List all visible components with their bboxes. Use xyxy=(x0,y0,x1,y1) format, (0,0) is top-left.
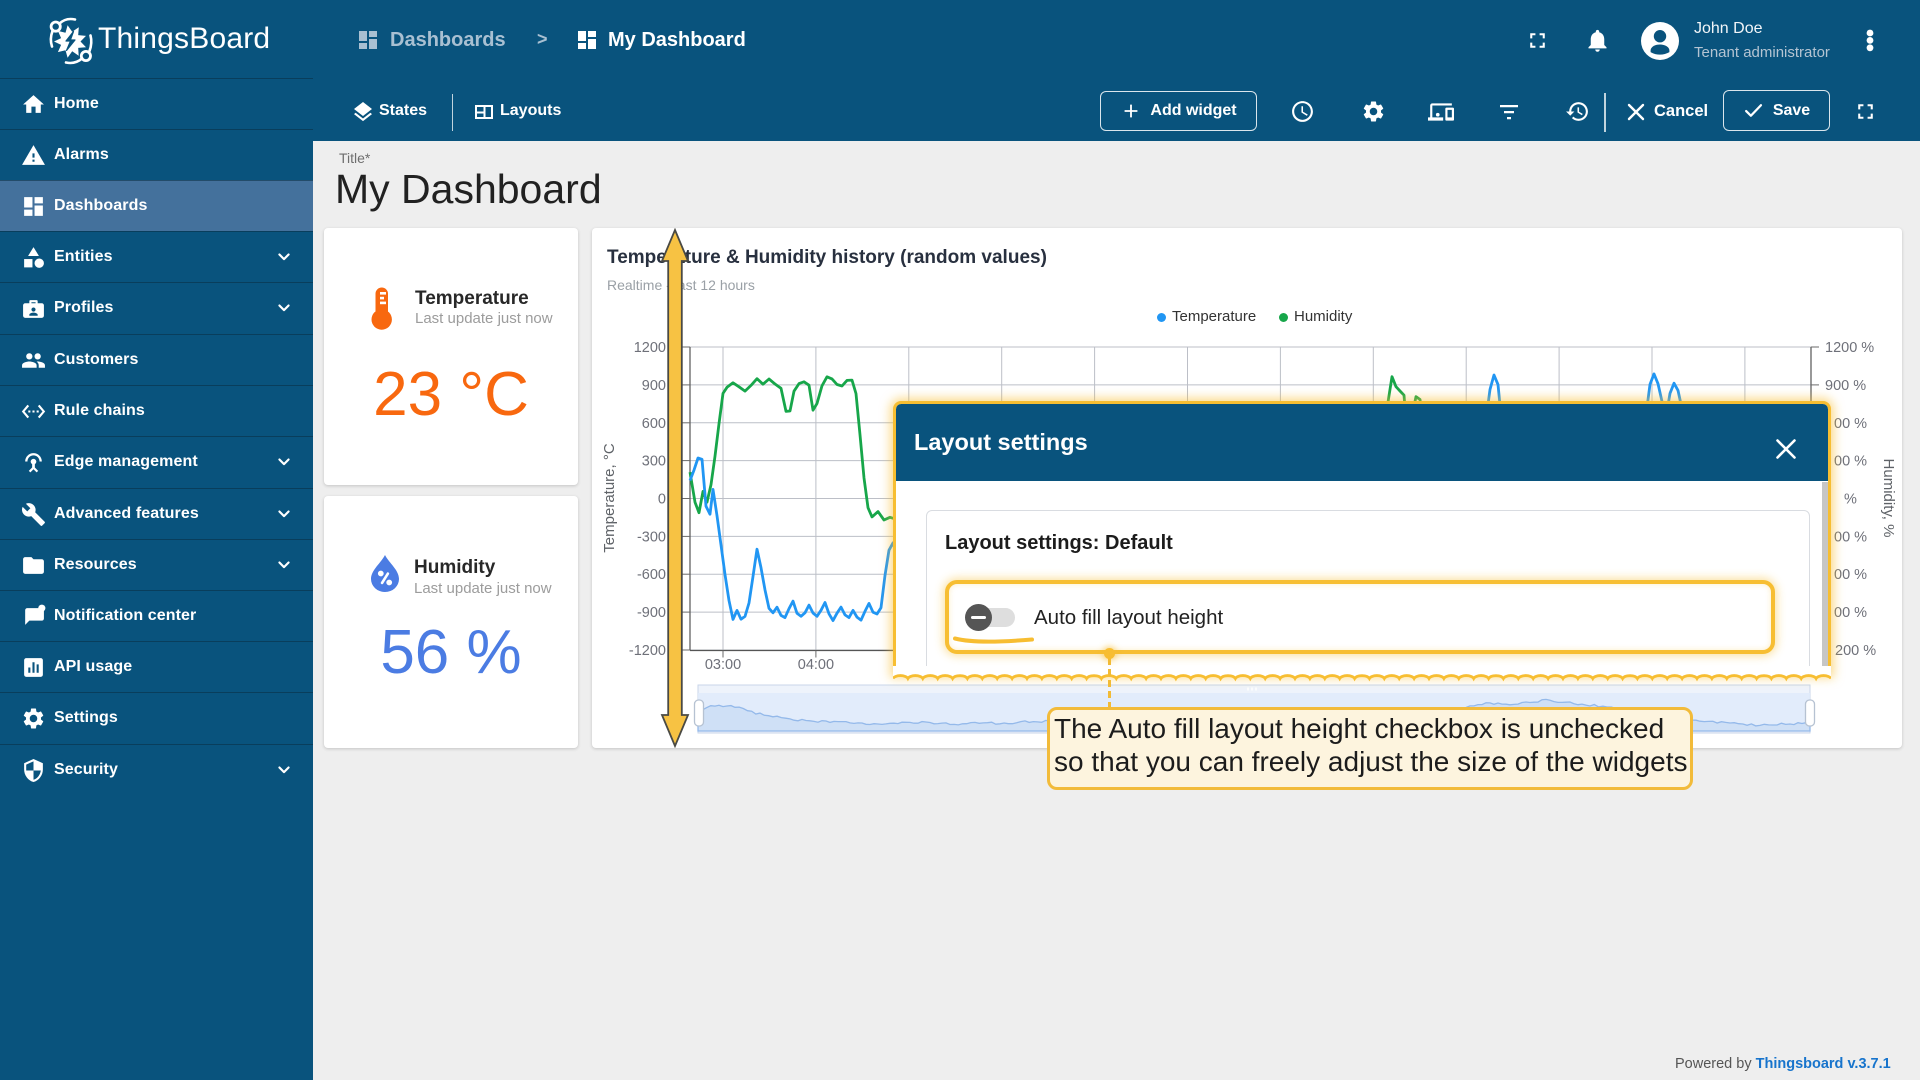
svg-text:00 %: 00 % xyxy=(1834,416,1867,432)
svg-text:04:00: 04:00 xyxy=(798,657,834,673)
svg-text:00 %: 00 % xyxy=(1834,454,1867,470)
svg-text:03:00: 03:00 xyxy=(705,657,741,673)
svg-text:00 %: 00 % xyxy=(1834,567,1867,583)
svg-text:1200 %: 1200 % xyxy=(1825,340,1874,356)
svg-text:200 %: 200 % xyxy=(1835,643,1876,659)
svg-text:Temperature, °C: Temperature, °C xyxy=(601,443,618,553)
svg-text:Humidity, %: Humidity, % xyxy=(1880,459,1897,538)
svg-text:00 %: 00 % xyxy=(1834,605,1867,621)
svg-text:900 %: 900 % xyxy=(1825,378,1866,394)
svg-text:%: % xyxy=(1844,492,1857,508)
svg-text:00 %: 00 % xyxy=(1834,529,1867,545)
